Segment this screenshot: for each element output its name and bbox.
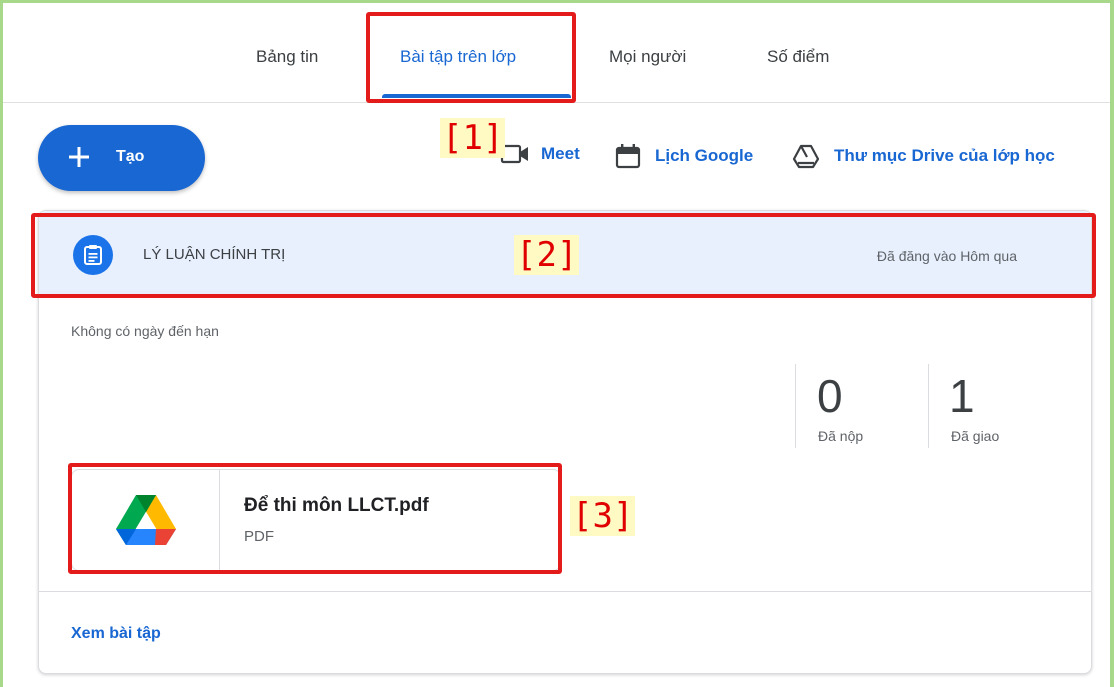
assigned-count: 1 <box>949 370 975 422</box>
create-button-label: Tạo <box>116 148 145 165</box>
annotation-label-1: [1] <box>440 118 506 158</box>
create-button[interactable]: Tạo <box>38 125 205 191</box>
drive-outline-icon <box>792 144 820 169</box>
submitted-label: Đã nộp <box>818 428 864 444</box>
calendar-icon <box>615 144 641 169</box>
stat-divider <box>795 364 796 448</box>
drive-folder-link[interactable]: Thư mục Drive của lớp học <box>792 143 1055 169</box>
tab-grades[interactable]: Số điểm <box>767 47 829 67</box>
card-divider <box>39 591 1091 592</box>
due-date: Không có ngày đến hạn <box>71 323 219 339</box>
tab-stream[interactable]: Bảng tin <box>256 47 318 67</box>
calendar-label: Lịch Google <box>655 146 754 165</box>
annotation-box-1 <box>366 12 576 103</box>
submitted-count: 0 <box>817 370 843 422</box>
annotation-label-3: [3] <box>570 496 636 536</box>
assigned-label: Đã giao <box>951 428 1000 444</box>
view-assignment-link[interactable]: Xem bài tập <box>71 625 161 643</box>
meet-link[interactable]: Meet <box>500 143 580 165</box>
stat-divider <box>928 364 929 448</box>
drive-folder-label: Thư mục Drive của lớp học <box>834 146 1055 165</box>
annotation-label-2: [2] <box>514 235 580 275</box>
plus-icon <box>69 147 89 167</box>
annotation-box-3 <box>68 463 562 574</box>
tab-people[interactable]: Mọi người <box>609 47 686 67</box>
meet-label: Meet <box>541 144 580 163</box>
calendar-link[interactable]: Lịch Google <box>615 143 753 169</box>
